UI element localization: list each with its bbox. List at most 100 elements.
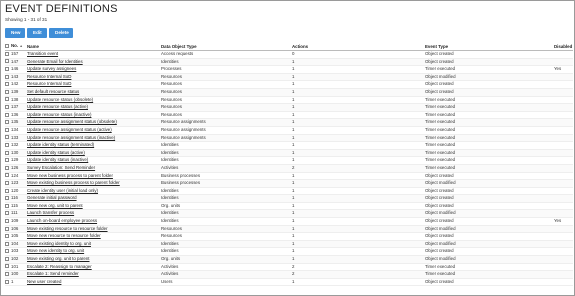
column-header-no[interactable]: No. ▲ — [11, 42, 27, 51]
column-header-event-type[interactable]: Event Type — [425, 42, 554, 51]
event-name-link[interactable]: Update identity status (terminated) — [27, 142, 94, 147]
table-row[interactable]: 157 Transition event Access requests 0 Objec… — [5, 50, 573, 59]
table-row[interactable]: 129 Update identity status (inactive) Iden… — [5, 156, 573, 165]
event-name-link[interactable]: Update resource assignment status (obsol… — [27, 119, 117, 124]
row-checkbox[interactable] — [5, 173, 9, 178]
table-row[interactable]: 105 Move new resource to resource folder R… — [5, 232, 573, 241]
event-name-link[interactable]: Move existing identity to org. unit — [27, 241, 91, 246]
event-name-link[interactable]: Update survey assignees — [27, 66, 76, 71]
row-checkbox[interactable] — [5, 112, 9, 117]
event-name-link[interactable]: Update resource status (obsolete) — [27, 97, 93, 102]
row-checkbox[interactable] — [5, 158, 9, 163]
event-name-link[interactable]: Move new identity to org. unit — [27, 248, 84, 253]
event-name-link[interactable]: Set default resource status — [27, 89, 79, 94]
table-row[interactable]: 106 Move existing resource to resource fo… — [5, 225, 573, 234]
event-name-link[interactable]: Move new business process to parent fold… — [27, 173, 113, 178]
row-checkbox[interactable] — [5, 196, 9, 201]
table-row[interactable]: 142 Resource Internal SoD Resources 1 Object… — [5, 80, 573, 89]
column-header-name[interactable]: Name — [27, 42, 161, 51]
row-checkbox[interactable] — [5, 105, 9, 109]
table-row[interactable]: 111 Launch transfer process Identities 1 Obj… — [5, 209, 573, 219]
row-checkbox[interactable] — [5, 226, 9, 231]
event-name-link[interactable]: Move new org. unit to parent — [27, 203, 83, 208]
table-row[interactable]: 136 Update resource status (inactive) Reso… — [5, 111, 573, 120]
event-name-link[interactable]: Create identity user (initial load only) — [27, 188, 98, 193]
row-checkbox[interactable] — [5, 82, 9, 87]
select-all-checkbox[interactable] — [5, 44, 9, 49]
table-row[interactable]: 101 Escalate 2: Reassign to manager Activi… — [5, 263, 573, 272]
table-row[interactable]: 123 Move existing business process to par… — [5, 179, 573, 188]
row-checkbox[interactable] — [5, 89, 9, 94]
table-row[interactable]: 130 Update identity status (active) Identi… — [5, 149, 573, 158]
table-row[interactable]: 109 Launch on-board employee process Ident… — [5, 217, 573, 226]
edit-button[interactable]: Edit — [27, 28, 47, 38]
table-row[interactable]: 104 Move existing identity to org. unit Id… — [5, 240, 573, 249]
row-checkbox[interactable] — [5, 142, 9, 147]
event-name-link[interactable]: Generate initial password — [27, 195, 77, 200]
row-checkbox[interactable] — [5, 211, 9, 216]
event-name-link[interactable]: Update identity status (active) — [27, 150, 85, 155]
event-name-link[interactable]: Resource Internal SoD — [27, 81, 71, 86]
row-checkbox[interactable] — [5, 249, 9, 254]
table-row[interactable]: 147 Generate Email for Identities Identiti… — [5, 58, 573, 67]
row-checkbox[interactable] — [5, 203, 9, 208]
row-checkbox[interactable] — [5, 150, 9, 155]
row-checkbox[interactable] — [5, 180, 9, 185]
table-row[interactable]: 126 Survey Escalation: Send Reminder Activ… — [5, 164, 573, 173]
row-checkbox[interactable] — [5, 59, 9, 64]
table-row[interactable]: 138 Update resource status (obsolete) Reso… — [5, 96, 573, 105]
event-name-link[interactable]: Move existing resource to resource folde… — [27, 226, 108, 231]
row-checkbox[interactable] — [5, 264, 9, 269]
event-name-link[interactable]: Update resource assignment status (activ… — [27, 127, 112, 132]
table-row[interactable]: 132 Update identity status (terminated) Id… — [5, 141, 573, 150]
row-checkbox[interactable] — [5, 218, 9, 223]
column-header-disabled[interactable]: Disabled — [554, 42, 573, 51]
new-button[interactable]: New — [5, 28, 25, 38]
table-row[interactable]: 134 Update resource assignment status (ac… — [5, 126, 573, 135]
row-checkbox[interactable] — [5, 241, 9, 246]
row-checkbox[interactable] — [5, 188, 9, 193]
table-row[interactable]: 146 Update survey assignees Processes 1 Time… — [5, 65, 573, 74]
table-row[interactable]: 120 Create identity user (initial load on… — [5, 187, 573, 196]
table-row[interactable]: 124 Move new business process to parent f… — [5, 172, 573, 181]
table-row[interactable]: 139 Set default resource status Resources 1… — [5, 88, 573, 97]
event-name-link[interactable]: Escalate 1: Send reminder — [27, 271, 79, 276]
row-checkbox[interactable] — [5, 120, 9, 125]
event-name-link[interactable]: Update resource assignment status (inact… — [27, 135, 115, 140]
row-checkbox[interactable] — [5, 279, 9, 284]
event-name-link[interactable]: Transition event — [27, 51, 58, 56]
row-checkbox[interactable] — [5, 67, 9, 72]
event-name-link[interactable]: Update resource status (active) — [27, 104, 88, 109]
column-header-actions[interactable]: Actions — [292, 42, 425, 51]
table-row[interactable]: 100 Escalate 1: Send reminder Activities 2 T… — [5, 270, 573, 279]
event-name-link[interactable]: Move existing org. unit to parent — [27, 256, 89, 261]
event-name-link[interactable]: Move existing business process to parent… — [27, 180, 120, 185]
event-name-link[interactable]: Update resource status (inactive) — [27, 112, 91, 117]
event-name-link[interactable]: Move new resource to resource folder — [27, 233, 101, 238]
event-name-link[interactable]: New user created — [27, 279, 61, 284]
table-row[interactable]: 103 Move new identity to org. unit Identit… — [5, 247, 573, 257]
sort-ascending-icon[interactable]: ▲ — [19, 44, 22, 48]
row-checkbox[interactable] — [5, 234, 9, 239]
row-checkbox[interactable] — [5, 165, 9, 170]
event-name-link[interactable]: Launch transfer process — [27, 210, 74, 215]
row-checkbox[interactable] — [5, 51, 9, 56]
row-checkbox[interactable] — [5, 135, 9, 140]
table-row[interactable]: 1 New user created Users 1 Object created — [5, 278, 573, 287]
row-checkbox[interactable] — [5, 97, 9, 102]
event-name-link[interactable]: Survey Escalation: Send Reminder — [27, 165, 95, 170]
column-header-object-type[interactable]: Data Object Type — [161, 42, 292, 51]
row-checkbox[interactable] — [5, 127, 9, 132]
delete-button[interactable]: Delete — [49, 28, 73, 38]
table-row[interactable]: 135 Update resource assignment status (ob… — [5, 118, 573, 127]
row-checkbox[interactable] — [5, 74, 9, 79]
table-row[interactable]: 137 Update resource status (active) Resour… — [5, 103, 573, 112]
table-row[interactable]: 116 Generate initial password Identities 1 O… — [5, 194, 573, 203]
event-name-link[interactable]: Escalate 2: Reassign to manager — [27, 264, 92, 269]
row-checkbox[interactable] — [5, 256, 9, 261]
table-row[interactable]: 102 Move existing org. unit to parent Org.… — [5, 255, 573, 264]
event-name-link[interactable]: Generate Email for Identities — [27, 59, 83, 64]
table-row[interactable]: 133 Update resource assignment status (in… — [5, 134, 573, 143]
table-row[interactable]: 143 Resource Internal SoD Resources 1 Object… — [5, 73, 573, 82]
event-name-link[interactable]: Resource Internal SoD — [27, 74, 71, 79]
